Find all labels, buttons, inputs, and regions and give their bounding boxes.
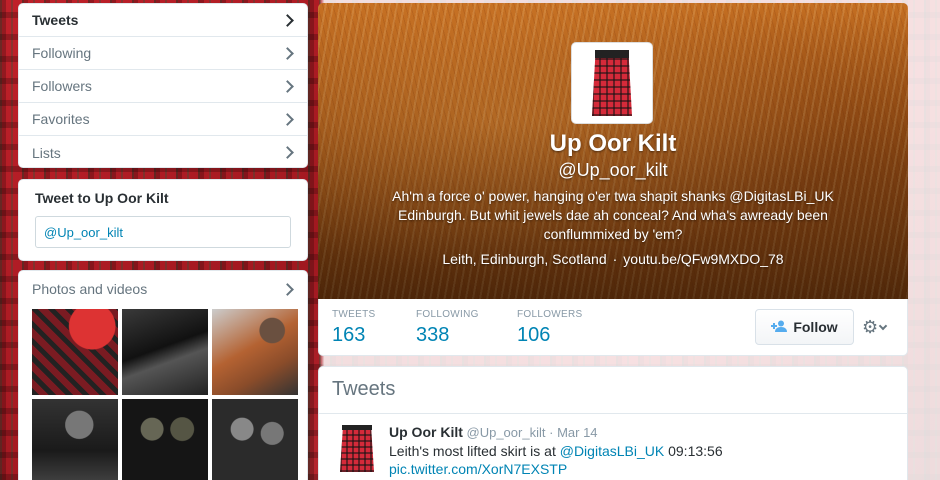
profile-stats-bar: TWEETS 163 FOLLOWING 338 FOLLOWERS 106 F… [318,299,908,356]
stat-label: FOLLOWERS [517,309,583,320]
photos-title: Photos and videos [32,281,148,297]
photo-grid [32,309,299,480]
nav-item-favorites[interactable]: Favorites [19,103,307,136]
tweet-content: Up Oor Kilt @Up_oor_kilt · Mar 14 Leith'… [389,424,889,478]
stat-label: TWEETS [332,309,376,320]
tweet-pic-link[interactable]: pic.twitter.com/XorN7EXSTP [389,461,567,477]
stat-followers[interactable]: FOLLOWERS 106 [517,309,583,347]
chevron-right-icon [281,112,294,126]
photo-thumbnail[interactable] [212,399,298,480]
profile-header: Up Oor Kilt @Up_oor_kilt Ah'm a force o'… [318,3,908,299]
timeline-title: Tweets [319,367,907,414]
photo-thumbnail[interactable] [32,399,118,480]
photo-thumbnail[interactable] [122,399,208,480]
photo-thumbnail[interactable] [212,309,298,395]
chevron-right-icon [281,79,294,93]
avatar[interactable] [571,42,653,124]
profile-location: Leith, Edinburgh, Scotland [442,251,607,267]
tweet-to-input[interactable]: @Up_oor_kilt [35,216,291,248]
nav-item-followers[interactable]: Followers [19,70,307,103]
chevron-right-icon [281,146,294,159]
tweet-text-prefix: Leith's most lifted skirt is at [389,443,560,459]
separator: · [612,251,618,267]
profile-bio: Ah'm a force o' power, hanging o'er twa … [392,188,834,242]
profile-info: Up Oor Kilt @Up_oor_kilt Ah'm a force o'… [318,129,908,269]
nav-item-label: Following [32,45,92,61]
user-actions-dropdown[interactable]: ⚙ [862,316,894,338]
nav-item-tweets[interactable]: Tweets [19,4,307,37]
tweet-date[interactable]: Mar 14 [557,425,597,440]
separator: · [549,425,554,440]
gear-icon: ⚙ [862,317,879,337]
nav-item-label: Tweets [32,12,79,28]
nav-item-lists[interactable]: Lists [19,136,307,167]
stat-value: 106 [517,324,551,346]
tweet-item[interactable]: Up Oor Kilt @Up_oor_kilt · Mar 14 Leith'… [319,414,907,480]
stat-value: 163 [332,324,366,346]
follow-button[interactable]: Follow [755,309,854,345]
chevron-down-icon [878,321,888,330]
tweet-to-card: Tweet to Up Oor Kilt @Up_oor_kilt [18,179,308,261]
chevron-right-icon [281,46,294,60]
add-user-icon [771,319,788,335]
stat-value: 338 [416,324,450,346]
tweet-header: Up Oor Kilt @Up_oor_kilt · Mar 14 [389,424,889,441]
tweet-mention-link[interactable]: @DigitasLBi_UK [560,443,664,459]
stat-label: FOLLOWING [416,309,479,320]
kilt-avatar-image [592,50,632,116]
photos-card: Photos and videos [18,270,308,480]
chevron-right-icon [281,282,294,296]
follow-label: Follow [793,319,838,335]
photo-thumbnail[interactable] [32,309,118,395]
nav-item-label: Lists [32,144,61,161]
profile-nav: Tweets Following Followers Favorites Lis… [18,3,308,168]
profile-location-line: Leith, Edinburgh, Scotland · youtu.be/QFw9… [318,250,908,269]
stat-following[interactable]: FOLLOWING 338 [416,309,479,347]
tweet-author-handle[interactable]: @Up_oor_kilt [467,425,546,440]
chevron-right-icon [281,13,294,27]
profile-website[interactable]: youtu.be/QFw9MXDO_78 [623,251,783,267]
profile-name[interactable]: Up Oor Kilt [318,129,908,159]
photos-header[interactable]: Photos and videos [19,271,307,307]
profile-handle: @Up_oor_kilt [558,160,668,180]
nav-item-following[interactable]: Following [19,37,307,70]
tweet-author-name[interactable]: Up Oor Kilt [389,424,463,440]
tweet-text-suffix: 09:13:56 [664,443,723,459]
tweet-to-title: Tweet to Up Oor Kilt [35,190,169,206]
nav-item-label: Followers [32,78,92,94]
tweet-text: Leith's most lifted skirt is at @Digitas… [389,442,889,478]
stat-tweets[interactable]: TWEETS 163 [332,309,375,347]
photo-thumbnail[interactable] [122,309,208,395]
tweet-avatar[interactable] [339,425,375,473]
nav-item-label: Favorites [32,111,90,127]
tweets-timeline: Tweets Up Oor Kilt @Up_oor_kilt · Mar 14… [318,366,908,480]
